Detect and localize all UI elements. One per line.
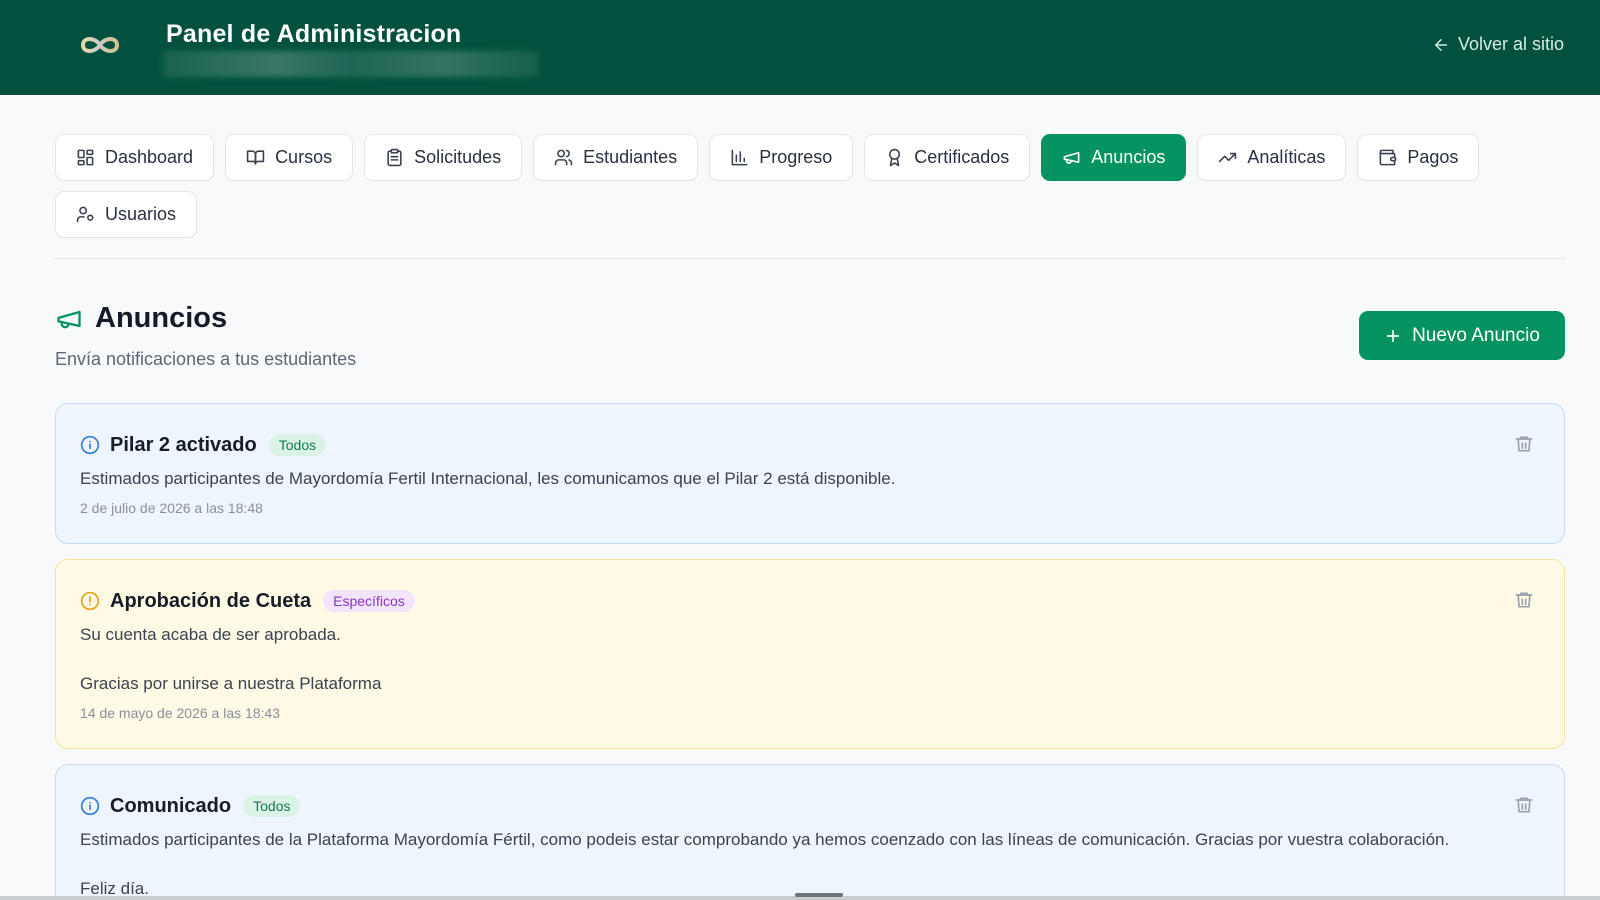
audience-badge: Todos — [268, 434, 327, 456]
back-link-label: Volver al sitio — [1457, 34, 1564, 54]
megaphone-icon — [1063, 151, 1080, 164]
tab-cursos[interactable]: Cursos — [225, 134, 354, 181]
trash-icon — [1515, 797, 1533, 813]
alert-circle-icon — [80, 591, 100, 611]
new-announcement-button[interactable]: Nuevo Anuncio — [1359, 311, 1565, 360]
announcement-text: Su cuenta acaba de ser aprobada. — [80, 625, 341, 644]
announcement-text: Gracias por unirse a nuestra Plataforma — [80, 674, 382, 693]
tab-label: Anuncios — [1091, 147, 1166, 167]
announcement-card: Comunicado Todos Estimados participantes… — [55, 764, 1565, 900]
tab-label: Estudiantes — [583, 147, 678, 167]
announcement-body: Estimados participantes de la Plataforma… — [80, 828, 1540, 900]
scrollbar-thumb[interactable] — [795, 893, 843, 897]
trending-up-icon — [1219, 152, 1237, 163]
trash-icon — [1515, 436, 1533, 452]
page-title: Panel de Administracion — [166, 20, 462, 48]
book-icon — [246, 150, 265, 165]
announcement-card: Pilar 2 activado Todos Estimados partici… — [55, 403, 1565, 544]
bar-chart-icon — [731, 149, 748, 166]
tabs-divider — [55, 258, 1565, 259]
info-icon — [80, 796, 100, 816]
admin-tabs: Dashboard Cursos Solicitudes Estudiantes… — [55, 134, 1565, 238]
arrow-left-icon — [1434, 38, 1447, 51]
top-bar: Panel de Administracion Volver al sitio — [0, 0, 1600, 95]
section-heading: Anuncios — [95, 302, 228, 334]
tab-certificados[interactable]: Certificados — [864, 134, 1031, 181]
tab-usuarios[interactable]: Usuarios — [55, 191, 198, 238]
plus-icon — [1387, 329, 1400, 342]
clipboard-icon — [387, 148, 402, 167]
tab-label: Analíticas — [1247, 147, 1326, 167]
wallet-icon — [1379, 149, 1397, 166]
tab-anuncios[interactable]: Anuncios — [1041, 134, 1187, 181]
announcement-date: 14 de mayo de 2026 a las 18:43 — [80, 705, 281, 721]
tab-pagos[interactable]: Pagos — [1357, 134, 1480, 181]
tab-label: Progreso — [759, 147, 833, 167]
user-cog-icon — [76, 206, 94, 223]
award-icon — [889, 148, 901, 167]
trash-icon — [1515, 592, 1533, 608]
info-icon — [80, 435, 100, 455]
tab-label: Cursos — [275, 147, 333, 167]
announcement-text: Estimados participantes de Mayordomía Fe… — [80, 469, 896, 488]
tab-label: Dashboard — [105, 147, 194, 167]
announcement-body: Su cuenta acaba de ser aprobada. Gracias… — [80, 623, 1540, 696]
tab-progreso[interactable]: Progreso — [709, 134, 854, 181]
announcement-title: Comunicado — [110, 794, 232, 817]
tab-dashboard[interactable]: Dashboard — [55, 134, 215, 181]
section-title: Anuncios — [55, 302, 227, 335]
dashboard-icon — [77, 149, 94, 166]
tab-label: Solicitudes — [414, 147, 502, 167]
audience-badge: Específicos — [323, 590, 415, 612]
tab-analiticas[interactable]: Analíticas — [1197, 134, 1347, 181]
section-subtitle: Envía notificaciones a tus estudiantes — [55, 349, 357, 369]
tab-estudiantes[interactable]: Estudiantes — [533, 134, 699, 181]
users-icon — [554, 149, 573, 166]
tab-solicitudes[interactable]: Solicitudes — [364, 134, 523, 181]
tab-label: Usuarios — [105, 204, 177, 224]
delete-announcement-button[interactable] — [1514, 434, 1534, 454]
announcement-date: 2 de julio de 2026 a las 18:48 — [80, 500, 263, 516]
tab-label: Pagos — [1407, 147, 1459, 167]
back-to-site-link[interactable]: Volver al sitio — [1432, 34, 1564, 55]
announcement-title: Aprobación de Cueta — [110, 589, 312, 612]
tab-label: Certificados — [914, 147, 1010, 167]
blurred-subtitle — [163, 51, 539, 77]
announcement-body: Estimados participantes de Mayordomía Fe… — [80, 467, 1540, 491]
announcement-title: Pilar 2 activado — [110, 433, 257, 456]
megaphone-icon — [57, 310, 81, 328]
new-announcement-label: Nuevo Anuncio — [1412, 324, 1540, 346]
audience-badge: Todos — [243, 795, 301, 817]
infinity-logo-icon — [78, 30, 122, 60]
delete-announcement-button[interactable] — [1514, 795, 1534, 815]
announcement-text: Estimados participantes de la Plataforma… — [80, 830, 1450, 849]
announcement-card: Aprobación de Cueta Específicos Su cuent… — [55, 559, 1565, 749]
delete-announcement-button[interactable] — [1514, 590, 1534, 610]
